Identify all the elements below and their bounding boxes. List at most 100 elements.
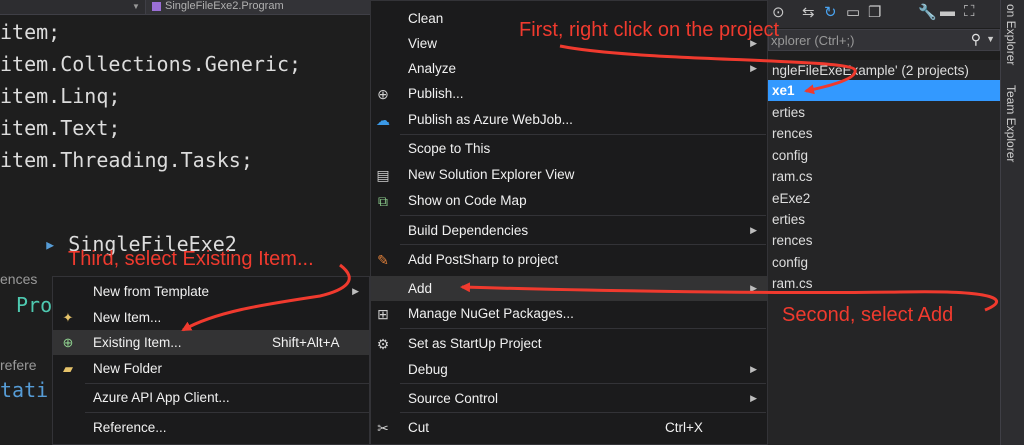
collapse-marker: ▸ [44, 232, 69, 256]
menu-item-label: Show on Code Map [408, 193, 527, 208]
tree-item[interactable]: config [768, 145, 1000, 166]
class-view-icon[interactable]: ⛶ [964, 3, 975, 20]
menu-item-add-postsharp[interactable]: ✎ Add PostSharp to project [371, 247, 767, 272]
submenu-item-reference[interactable]: Reference... [53, 415, 369, 440]
menu-separator [400, 328, 766, 329]
annotation-second: Second, select Add [782, 304, 954, 326]
tree-item-project-selected[interactable]: xe1 [768, 80, 1000, 101]
submenu-separator [85, 383, 369, 384]
menu-item-debug[interactable]: Debug ▶ [371, 357, 767, 382]
menu-item-scope-to-this[interactable]: Scope to This [371, 136, 767, 161]
search-icon[interactable]: ⚲ [971, 31, 981, 48]
menu-item-label: Debug [408, 362, 448, 377]
code-line: item.Threading.Tasks; [0, 148, 253, 172]
tree-item-project[interactable]: eExe2 [768, 188, 1000, 209]
submenu-arrow-icon: ▶ [750, 364, 757, 374]
sync-icon[interactable]: ⇆ [802, 3, 815, 21]
search-placeholder: xplorer (Ctrl+;) [771, 33, 855, 48]
tree-item[interactable]: erties [768, 102, 1000, 123]
menu-separator [400, 412, 766, 413]
solution-tree[interactable]: ngleFileExeExample' (2 projects) xe1 ert… [768, 60, 1000, 445]
menu-item-build-dependencies[interactable]: Build Dependencies ▶ [371, 218, 767, 243]
preview-icon[interactable]: ▬ [940, 3, 955, 20]
menu-item-publish-webjob[interactable]: ☁ Publish as Azure WebJob... [371, 107, 767, 132]
tree-item[interactable]: ram.cs [768, 273, 1000, 294]
menu-item-label: Scope to This [408, 141, 491, 156]
submenu-arrow-icon: ▶ [750, 393, 757, 403]
menu-item-label: Clean [408, 11, 444, 26]
submenu-item-new-item[interactable]: ✦ New Item... [53, 305, 369, 330]
properties-wrench-icon[interactable]: 🔧 [918, 3, 937, 21]
menu-separator [400, 215, 766, 216]
azure-cloud-icon: ☁ [376, 112, 390, 128]
tree-item-solution[interactable]: ngleFileExeExample' (2 projects) [768, 60, 1000, 81]
menu-item-cut[interactable]: ✂ Cut Ctrl+X [371, 415, 767, 440]
menu-item-label: New Solution Explorer View [408, 167, 575, 182]
menu-item-new-solution-view[interactable]: ▤ New Solution Explorer View [371, 162, 767, 187]
submenu-item-new-folder[interactable]: ▰ New Folder [53, 356, 369, 381]
code-map-icon: ⧉ [378, 193, 388, 209]
submenu-item-new-from-template[interactable]: New from Template ▶ [53, 279, 369, 304]
code-line: item; [0, 20, 61, 44]
submenu-separator [85, 412, 369, 413]
submenu-item-label: Reference... [93, 420, 167, 435]
submenu-item-existing-item[interactable]: ⊕ Existing Item... Shift+Alt+A [53, 330, 369, 355]
menu-item-add[interactable]: Add ▶ [371, 276, 767, 301]
collapse-all-icon[interactable]: ▭ [846, 3, 860, 21]
tree-item[interactable]: ram.cs [768, 166, 1000, 187]
codelens-references[interactable]: refere [0, 357, 37, 373]
submenu-item-label: New Item... [93, 310, 162, 325]
static-keyword-fragment: tati [0, 378, 49, 402]
tree-item[interactable]: config [768, 252, 1000, 273]
menu-item-label: View [408, 36, 438, 51]
solution-search-input[interactable]: xplorer (Ctrl+;) ⚲ ▼ [768, 29, 1000, 51]
nav-dropdown-label: SingleFileExe2.Program [165, 0, 284, 12]
menu-item-label: Publish as Azure WebJob... [408, 112, 573, 127]
submenu-item-label: New from Template [93, 284, 210, 299]
menu-item-analyze[interactable]: Analyze ▶ [371, 56, 767, 81]
globe-icon: ⊕ [377, 86, 389, 102]
menu-item-publish[interactable]: ⊕ Publish... [371, 81, 767, 106]
menu-separator [400, 134, 766, 135]
tree-item[interactable]: rences [768, 230, 1000, 251]
submenu-item-azure-api-client[interactable]: Azure API App Client... [53, 385, 369, 410]
tab-team-explorer[interactable]: Team Explorer [1004, 85, 1018, 162]
menu-item-label: Source Control [408, 391, 499, 406]
editor-navigation-bar: ▼ SingleFileExe2.Program [0, 0, 372, 15]
add-submenu: New from Template ▶ ✦ New Item... ⊕ Exis… [52, 276, 370, 445]
menu-item-manage-nuget[interactable]: ⊞ Manage NuGet Packages... [371, 301, 767, 326]
annotation-first: First, right click on the project [519, 19, 780, 41]
menu-separator [400, 383, 766, 384]
code-line: item.Collections.Generic; [0, 52, 302, 76]
member-navigation-dropdown[interactable]: SingleFileExe2.Program [145, 0, 371, 14]
codelens-references[interactable]: ences [0, 271, 37, 287]
menu-item-label: Cut [408, 420, 430, 435]
class-name-fragment: Pro [16, 293, 53, 317]
submenu-item-shortcut: Shift+Alt+A [272, 335, 340, 350]
annotation-third: Third, select Existing Item... [68, 248, 314, 270]
folder-icon: ▰ [63, 361, 73, 376]
tree-item[interactable]: erties [768, 209, 1000, 230]
menu-item-source-control[interactable]: Source Control ▶ [371, 386, 767, 411]
side-tab-strip: on Explorer Team Explorer [1000, 0, 1024, 445]
gear-icon: ⚙ [376, 336, 390, 352]
new-item-icon: ✦ [62, 310, 74, 325]
menu-item-label: Build Dependencies [408, 223, 529, 238]
menu-item-set-startup[interactable]: ⚙ Set as StartUp Project [371, 331, 767, 356]
menu-separator [400, 244, 766, 245]
submenu-item-label: New Folder [93, 361, 163, 376]
refresh-icon[interactable]: ↻ [824, 3, 837, 21]
tab-solution-explorer[interactable]: on Explorer [1004, 4, 1018, 65]
code-line: item.Linq; [0, 84, 121, 108]
menu-item-label: Add PostSharp to project [408, 252, 559, 267]
chevron-down-icon[interactable]: ▼ [132, 0, 140, 13]
solution-explorer-toolbar: ⊙ ⇆ ↻ ▭ ❐ 🔧 ▬ ⛶ [768, 0, 1000, 28]
class-icon [152, 2, 161, 11]
menu-item-label: Analyze [408, 61, 457, 76]
project-context-menu: Clean View ▶ Analyze ▶ ⊕ Publish... ☁ Pu… [370, 0, 768, 445]
chevron-down-icon[interactable]: ▼ [986, 34, 995, 44]
menu-item-show-code-map[interactable]: ⧉ Show on Code Map [371, 188, 767, 213]
tree-item[interactable]: rences [768, 123, 1000, 144]
menu-item-label: Set as StartUp Project [408, 336, 542, 351]
show-files-icon[interactable]: ❐ [868, 3, 881, 21]
